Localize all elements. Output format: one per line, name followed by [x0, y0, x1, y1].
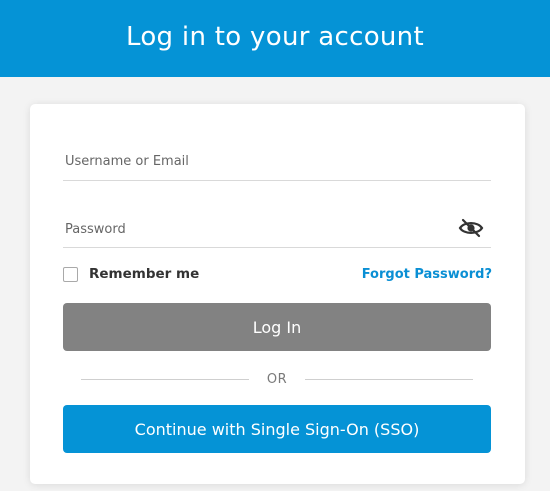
page-title: Log in to your account [126, 21, 424, 52]
page-header: Log in to your account [0, 0, 550, 77]
password-input[interactable] [65, 211, 445, 247]
divider-line-right [305, 378, 474, 380]
eye-hidden-icon [458, 218, 484, 238]
password-field-wrapper [63, 208, 491, 248]
login-button[interactable]: Log In [63, 303, 491, 351]
forgot-password-link[interactable]: Forgot Password? [362, 267, 492, 282]
remember-me-toggle[interactable]: Remember me [63, 266, 199, 282]
or-divider: OR [81, 370, 474, 388]
divider-label: OR [266, 371, 288, 387]
password-visibility-toggle[interactable] [457, 216, 485, 240]
remember-me-checkbox[interactable] [63, 266, 78, 282]
username-field-wrapper [63, 141, 491, 181]
sso-button[interactable]: Continue with Single Sign-On (SSO) [63, 405, 491, 453]
username-input[interactable] [65, 142, 445, 180]
login-card: Remember me Forgot Password? Log In OR C… [30, 104, 525, 484]
remember-me-label: Remember me [89, 266, 200, 282]
divider-line-left [81, 378, 249, 380]
